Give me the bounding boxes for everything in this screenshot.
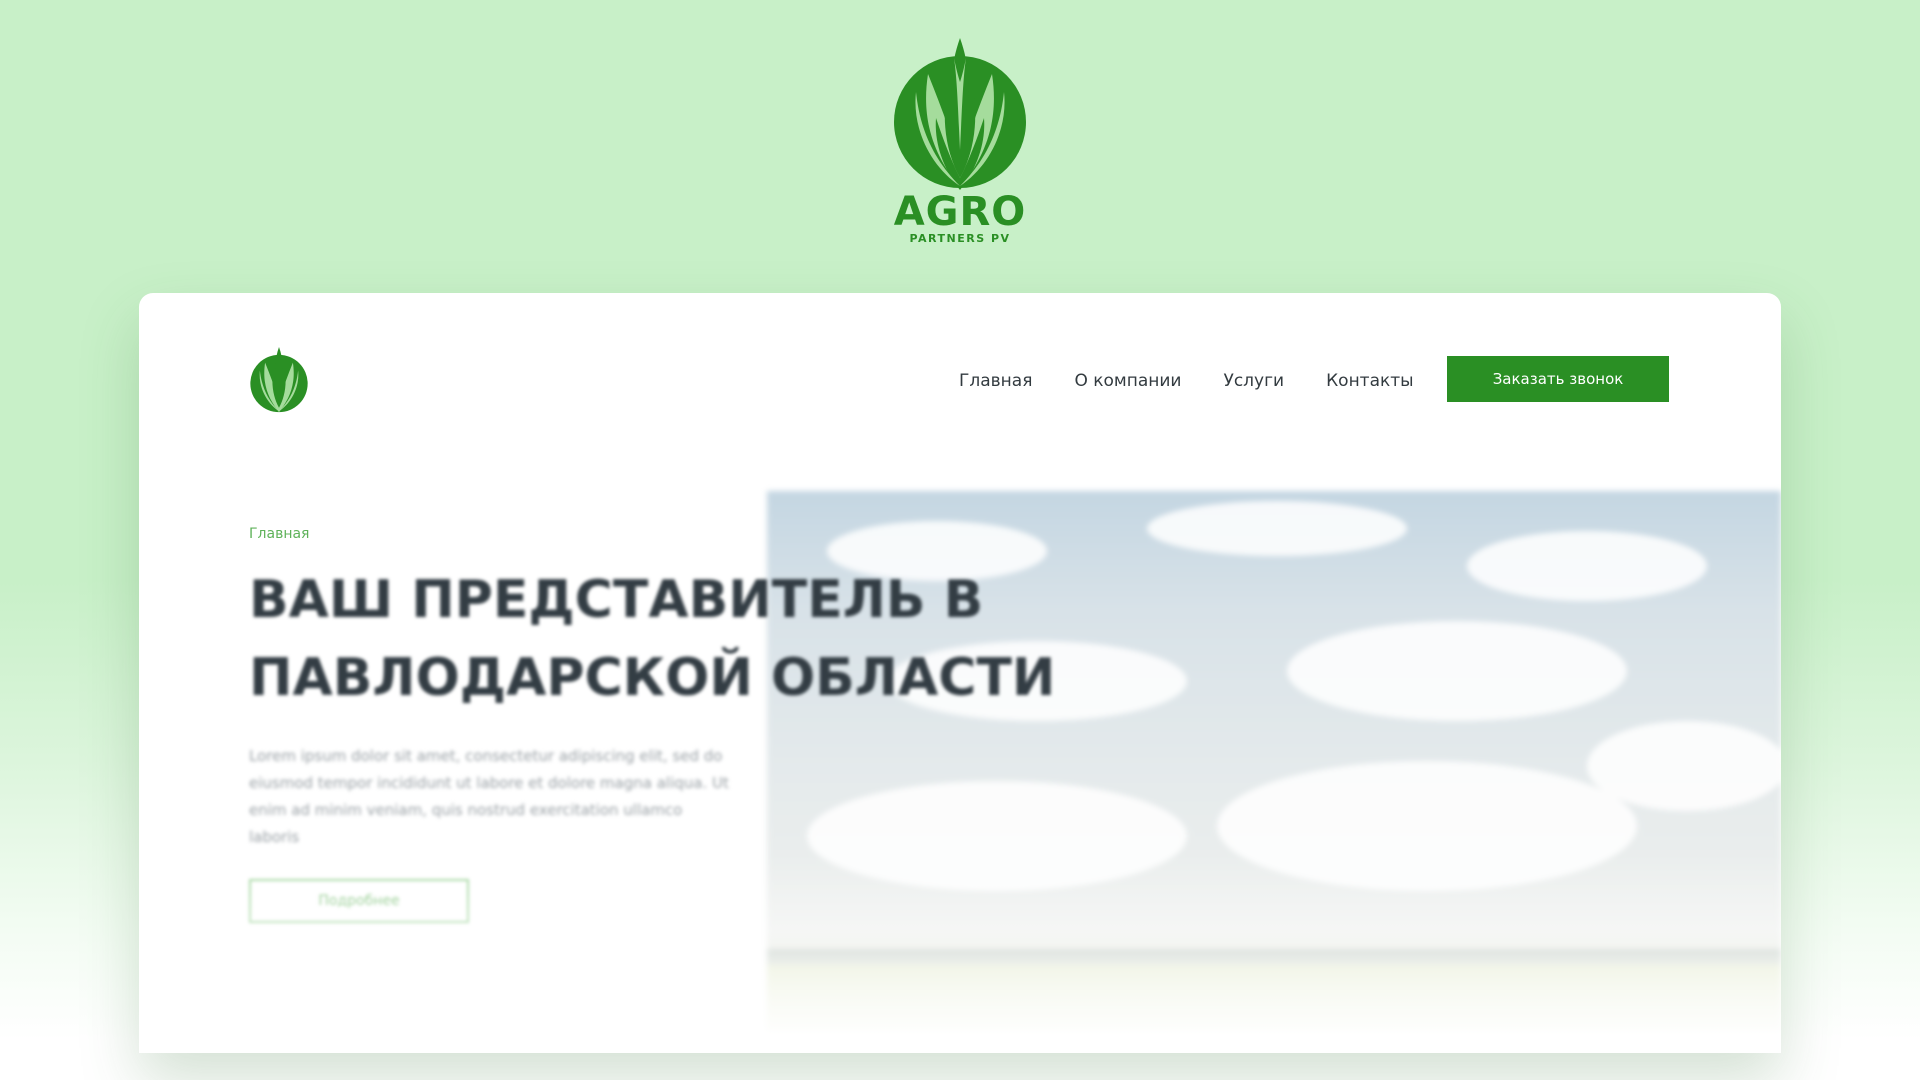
cloud-shape bbox=[807, 781, 1187, 891]
cloud-shape bbox=[1147, 501, 1407, 556]
nav-item-contacts[interactable]: Контакты bbox=[1326, 371, 1414, 391]
brand-tagline: PARTNERS PV bbox=[909, 232, 1011, 245]
leaf-emblem-icon bbox=[894, 38, 1026, 190]
field bbox=[767, 965, 1781, 1031]
order-call-button[interactable]: Заказать звонок bbox=[1447, 356, 1669, 402]
nav-item-home[interactable]: Главная bbox=[959, 371, 1032, 391]
brand-name: AGRO bbox=[893, 189, 1027, 235]
site-header: Главная О компании Услуги Контакты Заказ… bbox=[139, 293, 1781, 493]
nav-item-about[interactable]: О компании bbox=[1074, 371, 1181, 391]
more-button[interactable]: Подробнее bbox=[249, 879, 469, 923]
agro-brand-logo: AGRO PARTNERS PV bbox=[876, 38, 1044, 254]
main-nav: Главная О компании Услуги Контакты bbox=[959, 357, 1456, 405]
cloud-shape bbox=[1467, 531, 1707, 601]
breadcrumb[interactable]: Главная bbox=[249, 526, 309, 542]
nav-item-services[interactable]: Услуги bbox=[1223, 371, 1284, 391]
cloud-shape bbox=[1217, 761, 1637, 891]
treeline bbox=[767, 949, 1781, 965]
cloud-shape bbox=[1287, 621, 1627, 721]
leaf-emblem-icon[interactable] bbox=[249, 347, 309, 413]
website-mockup: Главная О компании Услуги Контакты Заказ… bbox=[139, 293, 1781, 1053]
hero-title-line-1: ВАШ ПРЕДСТАВИТЕЛЬ В bbox=[249, 570, 984, 630]
hero-title-line-2: ПАВЛОДАРСКОЙ ОБЛАСТИ bbox=[249, 648, 1056, 708]
hero-description: Lorem ipsum dolor sit amet, consectetur … bbox=[249, 747, 729, 846]
hero-title: ВАШ ПРЕДСТАВИТЕЛЬ В ПАВЛОДАРСКОЙ ОБЛАСТИ bbox=[249, 561, 1149, 717]
cloud-shape bbox=[1587, 721, 1781, 811]
